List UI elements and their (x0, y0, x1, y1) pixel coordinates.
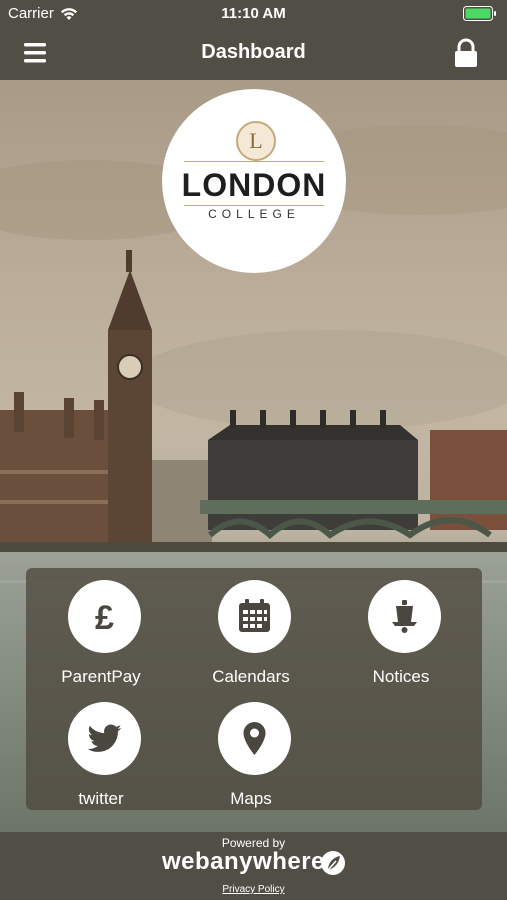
battery-icon (463, 6, 496, 21)
footer: Powered by webanywhere Privacy Policy (0, 832, 507, 900)
logo-emblem: L (236, 121, 276, 161)
tile-icon-circle (218, 702, 291, 775)
status-bar: Carrier 11:10 AM (0, 0, 507, 28)
map-pin-icon (243, 722, 266, 755)
logo-subtitle: COLLEGE (208, 207, 300, 221)
tile-label: twitter (78, 789, 124, 808)
tile-calendars[interactable]: Calendars (176, 568, 326, 688)
calendar-icon (239, 599, 270, 632)
tile-label: Maps (230, 789, 272, 808)
pound-icon: £ (95, 599, 114, 635)
tile-icon-circle: £ (68, 580, 141, 653)
privacy-policy-link[interactable]: Privacy Policy (0, 884, 507, 895)
tile-twitter[interactable]: twitter (26, 690, 176, 810)
tile-icon-circle (68, 702, 141, 775)
tile-label: Calendars (212, 667, 290, 686)
svg-text:£: £ (95, 599, 114, 635)
lock-button[interactable] (453, 38, 479, 68)
tile-label: ParentPay (61, 667, 141, 686)
logo-divider-bottom (184, 205, 324, 206)
page-title: Dashboard (201, 41, 306, 63)
college-logo: L LONDON COLLEGE (162, 89, 346, 273)
tile-parentpay[interactable]: £ ParentPay (26, 568, 176, 688)
twitter-icon (87, 724, 122, 752)
status-time: 11:10 AM (221, 5, 286, 22)
tile-icon-circle (368, 580, 441, 653)
brand-logo-text: webanywhere (162, 848, 325, 875)
tile-maps[interactable]: Maps (176, 690, 326, 810)
tile-icon-circle (218, 580, 291, 653)
nav-bar: Dashboard (0, 28, 507, 80)
brand-leaf-icon (321, 851, 345, 875)
logo-divider-top (184, 161, 324, 162)
tile-notices[interactable]: Notices (326, 568, 476, 688)
logo-name: LONDON (181, 167, 327, 203)
tile-label: Notices (372, 667, 430, 686)
bell-icon (392, 600, 417, 633)
lock-icon (455, 38, 477, 67)
tiles-panel: £ ParentPay Calendars Notices twitter Ma… (26, 568, 482, 810)
